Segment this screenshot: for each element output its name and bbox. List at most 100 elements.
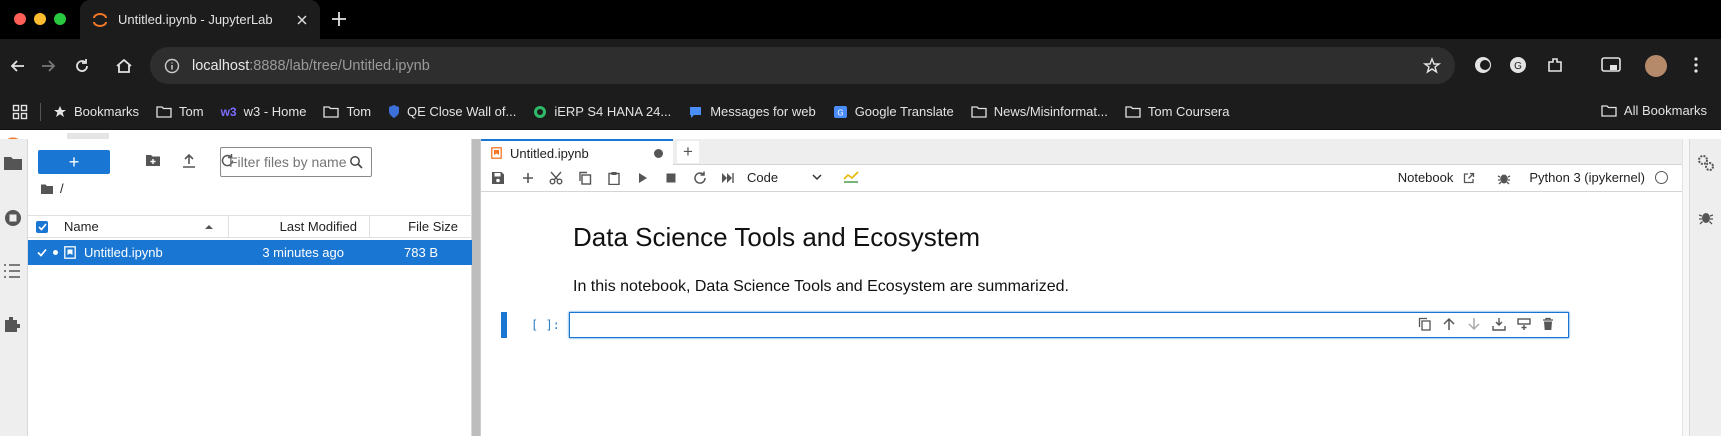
search-icon [350,156,363,169]
notebook-content: Data Science Tools and Ecosystem In this… [481,192,1682,407]
bookmark-item[interactable]: G Google Translate [833,104,954,119]
home-icon[interactable] [114,56,134,76]
bookmark-item[interactable]: Bookmarks [53,104,139,119]
kernel-name[interactable]: Python 3 (ipykernel) [1529,170,1645,185]
chevron-down-icon [812,174,822,181]
cast-icon[interactable] [1600,55,1622,75]
file-row[interactable]: Untitled.ipynb 3 minutes ago 783 B [28,240,472,265]
upload-icon[interactable] [182,153,196,168]
bookmark-star-icon[interactable] [1423,56,1441,75]
breadcrumb[interactable]: / [40,181,64,196]
bookmark-item[interactable]: Tom Coursera [1125,104,1229,119]
minimize-window-button[interactable] [34,13,46,25]
row-checkmark-icon[interactable] [37,248,47,257]
insert-above-icon[interactable] [1492,317,1506,331]
restart-kernel-icon[interactable] [693,171,707,185]
property-inspector-gears-icon[interactable] [1697,154,1715,172]
open-in-notebook-link[interactable]: Notebook [1398,170,1454,185]
debugger-bug-icon[interactable] [1698,209,1714,225]
copy-icon[interactable] [578,171,592,185]
address-bar[interactable]: localhost:8888/lab/tree/Untitled.ipynb [150,47,1455,84]
star-icon [54,105,66,117]
bookmark-item[interactable]: Tom [323,104,371,119]
active-cell-collapser[interactable] [501,312,507,338]
unsaved-dot-icon[interactable] [654,148,663,158]
profile-avatar[interactable] [1645,55,1667,77]
notebook-file-icon [64,246,76,259]
restart-run-all-icon[interactable] [721,171,735,185]
apps-grid-icon[interactable] [12,104,28,120]
extension-manager-puzzle-icon[interactable] [3,315,21,333]
folder-icon [1125,106,1141,118]
bookmark-item[interactable]: QE Close Wall of... [388,104,516,119]
new-launcher-tab-button[interactable]: + [677,141,699,163]
new-launcher-button[interactable]: + [38,150,110,174]
save-icon[interactable] [491,171,505,185]
running-indicator [53,250,58,255]
close-window-button[interactable] [14,13,26,25]
bookmark-item[interactable]: iERP S4 HANA 24... [533,104,671,119]
notebook-area: Untitled.ipynb + Code Notebook Python 3 … [480,139,1682,436]
move-up-icon[interactable] [1442,317,1456,331]
notebook-tabbar: Untitled.ipynb + [481,139,1682,165]
select-all-checkbox[interactable] [36,220,48,233]
close-tab-icon[interactable] [296,14,308,26]
external-link-icon[interactable] [1463,172,1475,184]
file-browser-folder-icon[interactable] [3,155,23,171]
svg-text:G: G [1514,61,1522,72]
jupyter-main: + Filter files by name / Name Last Modif… [0,139,1721,436]
move-down-icon[interactable] [1467,317,1481,331]
notebook-toolbar: Code Notebook Python 3 (ipykernel) [481,165,1682,192]
zoom-window-button[interactable] [54,13,66,25]
folder-icon [323,106,340,118]
reload-icon[interactable] [72,56,92,76]
forward-icon[interactable] [38,56,58,76]
bookmark-item[interactable]: w3 w3 - Home [221,104,307,119]
delete-cell-icon[interactable] [1542,317,1554,331]
url-text: localhost:8888/lab/tree/Untitled.ipynb [192,57,430,74]
cut-icon[interactable] [549,171,563,185]
code-cell-editor[interactable] [569,312,1569,338]
back-icon[interactable] [8,56,28,76]
browser-tabstrip: Untitled.ipynb - JupyterLab [0,0,1721,39]
puzzle-extensions-icon[interactable] [1545,55,1565,75]
bookmark-item[interactable]: Tom [156,104,204,119]
new-folder-icon[interactable] [145,153,161,167]
all-bookmarks[interactable]: All Bookmarks [1601,103,1707,118]
table-of-contents-icon[interactable] [3,263,21,279]
column-header-last-modified[interactable]: Last Modified [229,219,357,234]
notebook-scrollbar[interactable] [1682,139,1689,436]
extension-icon[interactable] [1473,55,1493,75]
run-cell-icon[interactable] [637,171,649,185]
bookmark-item[interactable]: Messages for web [688,104,816,119]
file-size: 783 B [404,245,438,260]
running-kernels-icon[interactable] [3,208,23,228]
file-last-modified: 3 minutes ago [262,245,344,260]
new-tab-icon[interactable] [328,8,350,30]
sort-ascending-icon[interactable] [204,223,214,231]
extension-icon[interactable]: G [1508,55,1528,75]
more-menu-icon[interactable] [1692,55,1700,75]
notebook-tab-icon [491,147,502,159]
cell-type-dropdown[interactable]: Code [747,170,822,185]
duplicate-cell-icon[interactable] [1418,317,1431,331]
interrupt-kernel-icon[interactable] [665,171,677,185]
browser-tab-active[interactable]: Untitled.ipynb - JupyterLab [80,0,320,39]
insert-cell-icon[interactable] [521,171,535,185]
notebook-tab[interactable]: Untitled.ipynb [481,139,673,165]
jupyter-collaboration-icon[interactable] [843,171,859,183]
filter-placeholder: Filter files by name [229,154,347,170]
bookmark-item[interactable]: News/Misinformat... [971,104,1108,119]
column-header-file-size[interactable]: File Size [370,219,458,234]
file-list-header: Name Last Modified File Size [28,215,472,238]
left-sidebar [0,139,28,436]
filter-files-input[interactable]: Filter files by name [220,147,372,177]
svg-text:G: G [837,108,843,117]
site-info-icon[interactable] [164,58,180,74]
debugger-bug-icon[interactable] [1497,171,1511,185]
column-header-name[interactable]: Name [64,219,204,234]
paste-icon[interactable] [607,171,621,185]
cell-type-value: Code [747,170,779,185]
panel-splitter[interactable] [472,139,480,436]
insert-below-icon[interactable] [1517,317,1531,331]
